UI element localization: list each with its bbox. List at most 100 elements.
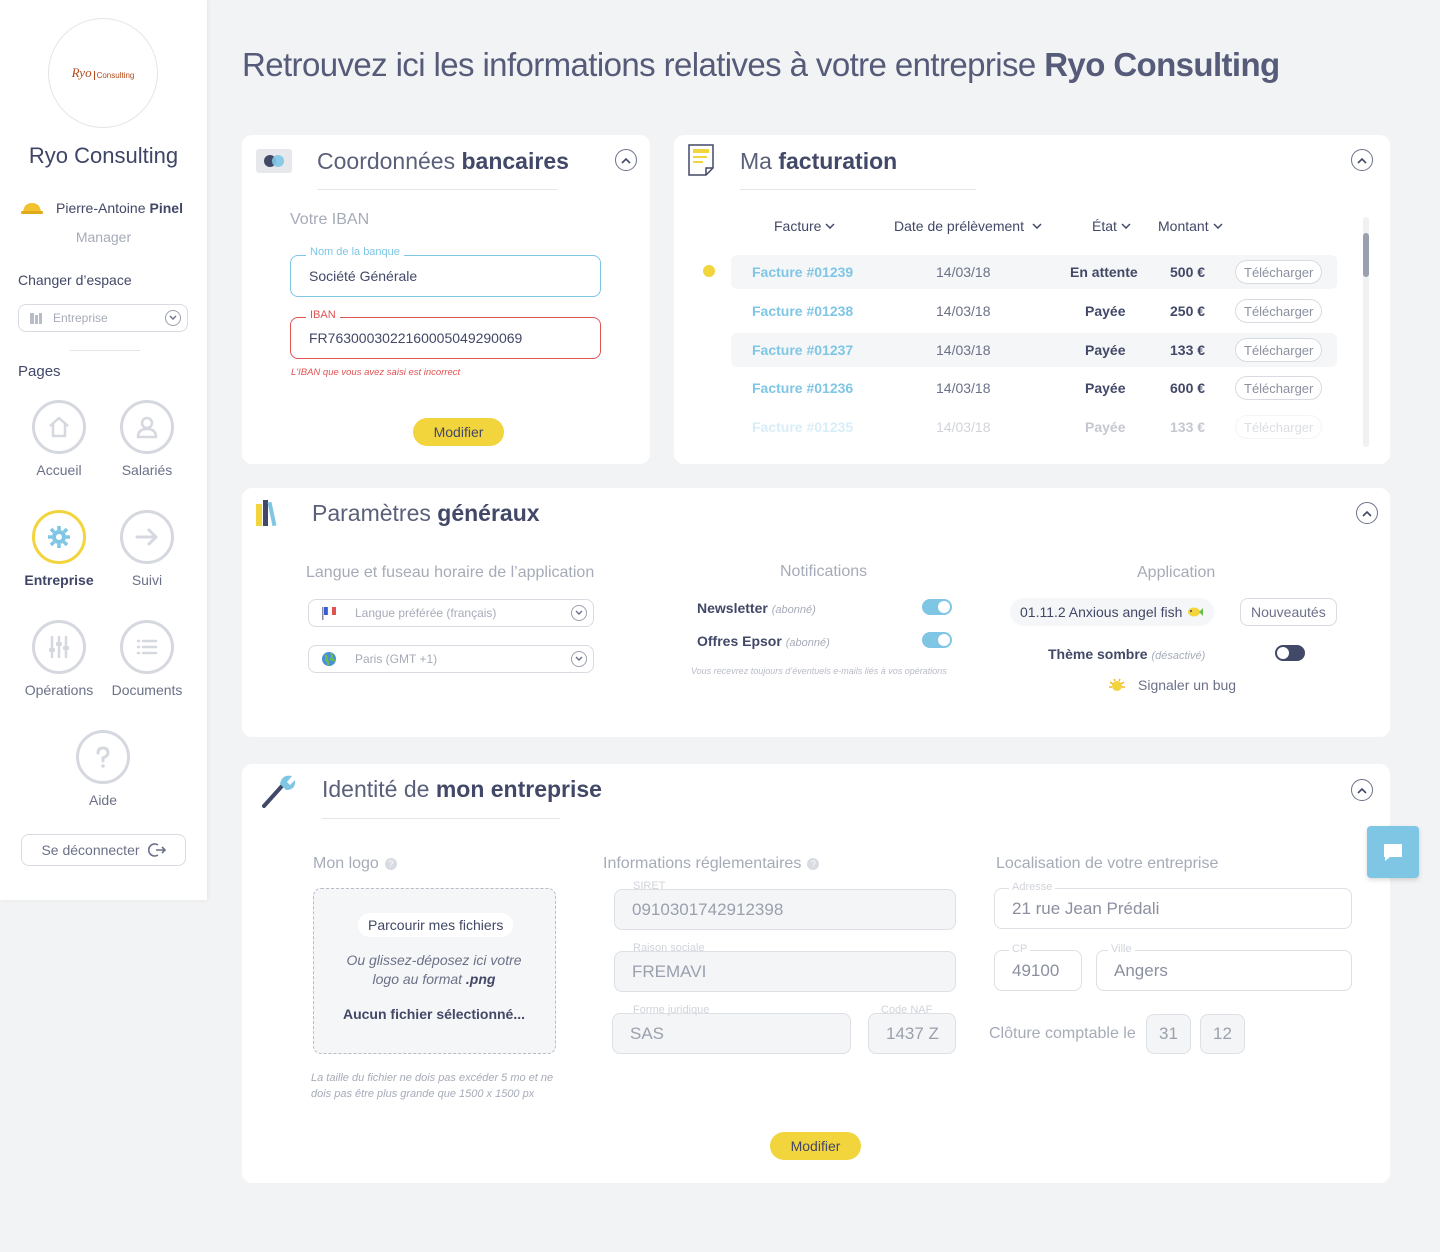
drop-format: .png: [465, 971, 496, 987]
closing-month-field[interactable]: 12: [1200, 1014, 1245, 1054]
regulatory-section-label: Informations réglementaires?: [603, 855, 820, 873]
company-name-label: Raison sociale: [633, 942, 705, 954]
invoice-link[interactable]: Facture #01239: [752, 264, 853, 280]
identity-collapse-button[interactable]: [1351, 779, 1373, 801]
address-field[interactable]: 21 rue Jean Prédali: [994, 888, 1352, 929]
nav-item-salaries[interactable]: Salariés: [102, 400, 192, 478]
siret-field[interactable]: 0910301742912398: [614, 889, 956, 930]
logout-icon: [147, 843, 166, 857]
invoice-link[interactable]: Facture #01235: [752, 419, 853, 435]
invoice-icon: [688, 144, 714, 176]
file-size-note: La taille du fichier ne dois pas excéder…: [311, 1070, 553, 1102]
city-field[interactable]: Angers: [1096, 950, 1352, 991]
zip-label: CP: [1009, 943, 1031, 955]
language-select[interactable]: Langue préférée (français): [308, 599, 594, 627]
col-header-date[interactable]: Date de prélèvement: [894, 218, 1042, 234]
bank-collapse-button[interactable]: [615, 149, 637, 171]
invoice-link[interactable]: Facture #01237: [752, 342, 853, 358]
chevron-down-icon: [1213, 223, 1223, 229]
nav-item-accueil[interactable]: Accueil: [14, 400, 104, 478]
download-button[interactable]: Télécharger: [1235, 260, 1323, 284]
billing-scrollbar[interactable]: [1363, 217, 1369, 447]
newsletter-label: Newsletter: [697, 600, 768, 616]
download-button[interactable]: Télécharger: [1235, 338, 1323, 362]
offers-label: Offres Epsor: [697, 633, 782, 649]
closing-day-field[interactable]: 31: [1146, 1014, 1191, 1054]
location-section-label: Localisation de votre entreprise: [996, 855, 1219, 872]
help-icon[interactable]: ?: [384, 857, 397, 870]
nav-item-aide[interactable]: Aide: [58, 730, 148, 808]
invoice-date: 14/03/18: [936, 380, 991, 396]
col-header-amount[interactable]: Montant: [1158, 218, 1223, 234]
table-row: Facture #01237 14/03/18 Payée 133 € Télé…: [731, 333, 1337, 367]
invoice-state: Payée: [1085, 380, 1126, 396]
newsletter-toggle[interactable]: [922, 599, 952, 615]
invoice-date: 14/03/18: [936, 264, 991, 280]
logout-button[interactable]: Se déconnecter: [21, 834, 186, 866]
invoice-link[interactable]: Facture #01238: [752, 303, 853, 319]
chat-button[interactable]: [1367, 826, 1419, 878]
browse-files-button[interactable]: Parcourir mes fichiers: [358, 913, 514, 937]
nav-item-operations[interactable]: Opérations: [14, 620, 104, 698]
help-icon[interactable]: ?: [807, 857, 820, 870]
bank-name-field[interactable]: Société Générale: [290, 255, 601, 297]
news-button[interactable]: Nouveautés: [1240, 598, 1337, 626]
drop-text-2-row: logo au format .png: [314, 970, 554, 989]
user-icon: [136, 416, 158, 439]
sidebar-company-name: Ryo Consulting: [28, 143, 179, 168]
logo-dropzone[interactable]: Parcourir mes fichiers Ou glissez-dépose…: [313, 888, 556, 1054]
bank-modify-button[interactable]: Modifier: [413, 418, 504, 446]
identity-modify-button[interactable]: Modifier: [770, 1132, 861, 1160]
gear-icon: [48, 526, 70, 548]
space-select[interactable]: Entreprise: [18, 304, 188, 332]
language-value: Langue préférée (français): [355, 606, 497, 620]
col-header-invoice-label: Facture: [774, 218, 822, 234]
chevron-up-icon: [621, 157, 631, 164]
download-button[interactable]: Télécharger: [1235, 415, 1323, 439]
nav-item-entreprise[interactable]: Entreprise: [14, 510, 104, 588]
nav-item-suivi[interactable]: Suivi: [102, 510, 192, 588]
report-bug-link[interactable]: Signaler un bug: [1108, 677, 1236, 693]
table-row: Facture #01235 14/03/18 Payée 133 € Télé…: [731, 410, 1337, 440]
company-name-field[interactable]: FREMAVI: [614, 951, 956, 992]
bank-title-bold: bancaires: [461, 148, 569, 174]
iban-field[interactable]: FR7630003022160005049290069: [290, 317, 601, 359]
dark-theme-toggle[interactable]: [1275, 645, 1305, 661]
report-bug-label: Signaler un bug: [1138, 677, 1237, 693]
logo-section-label: Mon logo?: [313, 855, 397, 873]
newsletter-row: Newsletter (abonné): [697, 600, 816, 616]
download-button[interactable]: Télécharger: [1235, 376, 1323, 400]
legal-form-field[interactable]: SAS: [612, 1013, 851, 1054]
col-header-state[interactable]: État: [1092, 218, 1131, 234]
company-logo: Ryo Consulting: [48, 18, 158, 128]
nav-item-documents[interactable]: Documents: [102, 620, 192, 698]
timezone-select[interactable]: Paris (GMT +1): [308, 645, 594, 673]
legal-form-label: Forme juridique: [633, 1004, 710, 1016]
offers-toggle[interactable]: [922, 632, 952, 648]
billing-collapse-button[interactable]: [1351, 149, 1373, 171]
col-header-invoice[interactable]: Facture: [774, 218, 835, 234]
user-info: Pierre-Antoine Pinel: [20, 200, 183, 216]
user-first-name: Pierre-Antoine: [56, 200, 146, 216]
chevron-down-icon: [825, 223, 835, 229]
settings-collapse-button[interactable]: [1356, 502, 1378, 524]
arrow-right-icon: [135, 528, 158, 546]
zip-field[interactable]: 49100: [994, 950, 1082, 991]
naf-code-field[interactable]: 1437 Z: [868, 1013, 956, 1054]
iban-value: FR7630003022160005049290069: [309, 330, 523, 346]
billing-title-light: Ma: [740, 148, 772, 174]
invoice-date: 14/03/18: [936, 342, 991, 358]
title-underline: [740, 189, 976, 190]
chevron-up-icon: [1357, 787, 1367, 794]
invoice-amount: 500 €: [1170, 264, 1206, 280]
naf-code-label: Code NAF: [881, 1004, 933, 1016]
page-title-company: Ryo Consulting: [1044, 46, 1280, 83]
drop-text-1: Ou glissez-déposez ici votre: [346, 952, 522, 968]
nav-label-operations: Opérations: [24, 682, 94, 698]
table-row: Facture #01238 14/03/18 Payée 250 € Télé…: [731, 294, 1337, 328]
invoice-link[interactable]: Facture #01236: [752, 380, 853, 396]
scrollbar-thumb[interactable]: [1363, 233, 1369, 277]
credit-card-icon: [256, 149, 292, 173]
logo-section-text: Mon logo: [313, 855, 379, 872]
download-button[interactable]: Télécharger: [1235, 299, 1323, 323]
